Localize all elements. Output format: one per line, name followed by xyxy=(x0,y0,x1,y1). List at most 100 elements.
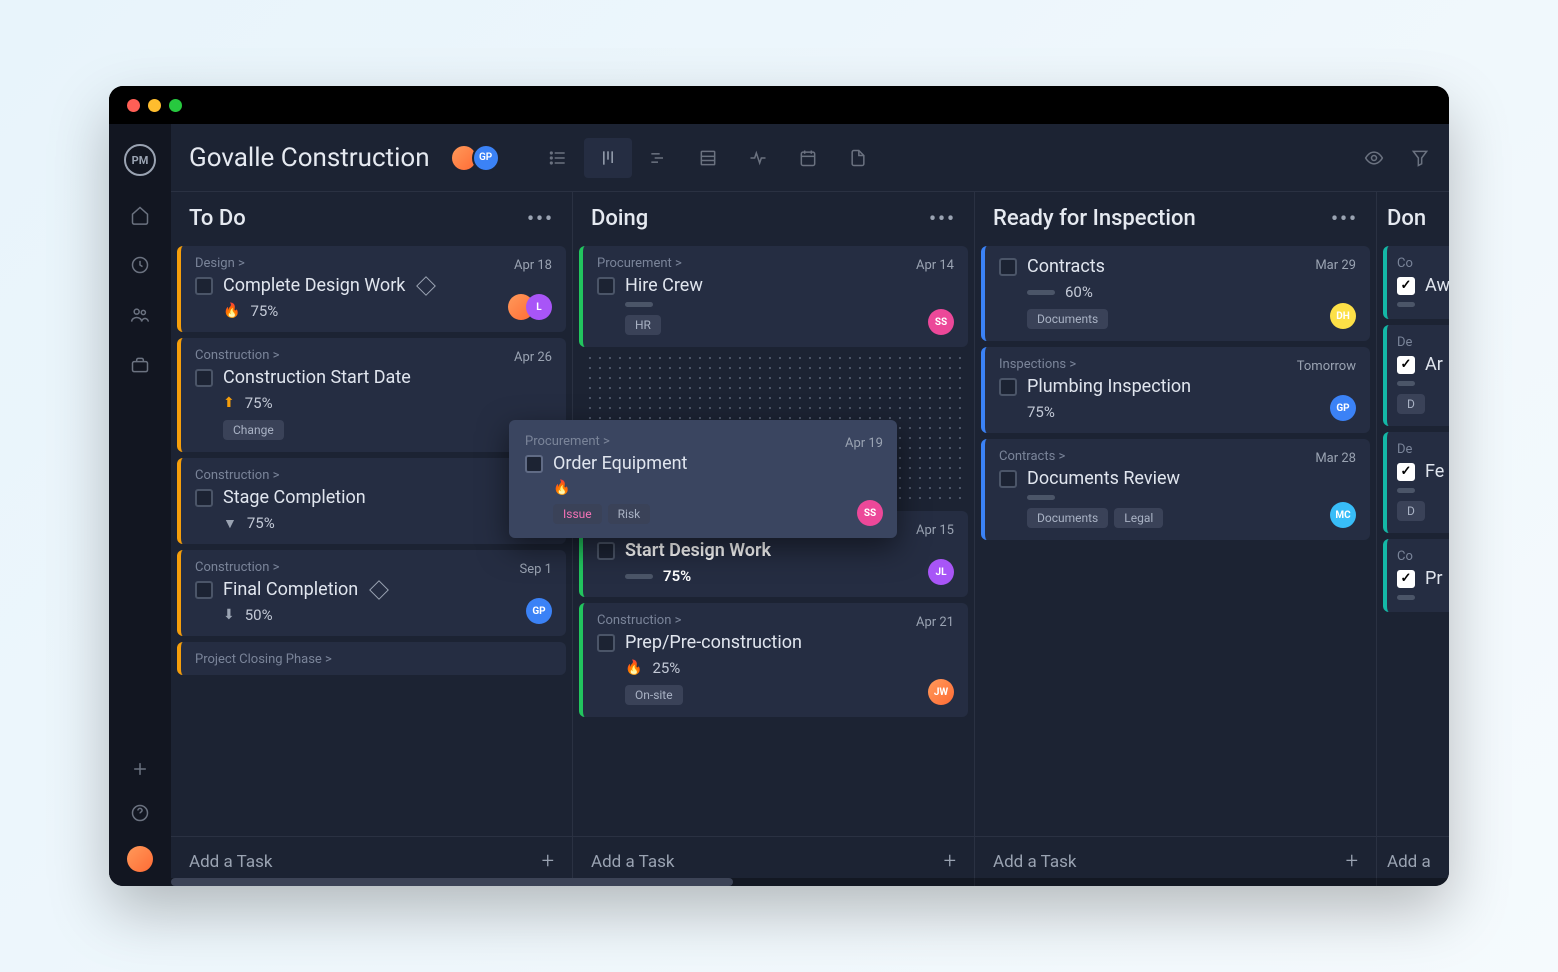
task-checkbox[interactable] xyxy=(1397,356,1415,374)
due-date: Apr 26 xyxy=(514,350,552,365)
task-checkbox[interactable] xyxy=(999,470,1017,488)
task-card[interactable]: Co Pr xyxy=(1383,539,1449,612)
card-title: Order Equipment xyxy=(553,453,687,474)
column-menu-button[interactable]: ••• xyxy=(1331,206,1358,230)
task-checkbox[interactable] xyxy=(597,542,615,560)
scrollbar-thumb[interactable] xyxy=(171,878,733,886)
task-checkbox[interactable] xyxy=(195,581,213,599)
card-breadcrumb: Construction > xyxy=(195,348,552,363)
task-checkbox[interactable] xyxy=(195,277,213,295)
task-checkbox[interactable] xyxy=(597,277,615,295)
project-members[interactable]: GP xyxy=(450,144,500,172)
maximize-window-button[interactable] xyxy=(169,99,182,112)
task-card[interactable]: Construction > Construction Start Date A… xyxy=(177,338,566,452)
file-view-button[interactable] xyxy=(834,138,882,178)
people-icon[interactable] xyxy=(129,304,151,326)
task-card[interactable]: Design > Complete Design Work Apr 18 🔥 7… xyxy=(177,246,566,332)
avatar[interactable]: SS xyxy=(928,309,954,335)
column-title: To Do xyxy=(189,206,246,231)
due-date: Apr 21 xyxy=(916,615,954,630)
avatar[interactable]: L xyxy=(526,294,552,320)
card-title: Complete Design Work xyxy=(223,275,405,296)
due-date: Apr 18 xyxy=(514,258,552,273)
plus-icon: + xyxy=(944,849,956,874)
briefcase-icon[interactable] xyxy=(129,354,151,376)
task-card[interactable]: Construction > Prep/Pre-construction Apr… xyxy=(579,603,968,717)
task-checkbox[interactable] xyxy=(1397,463,1415,481)
progress-text: 75% xyxy=(247,514,275,532)
add-icon[interactable] xyxy=(129,758,151,780)
avatar[interactable]: SS xyxy=(857,500,883,526)
minimize-window-button[interactable] xyxy=(148,99,161,112)
task-card[interactable]: Project Closing Phase > xyxy=(177,642,566,675)
tag[interactable]: D xyxy=(1397,394,1425,414)
task-checkbox[interactable] xyxy=(999,378,1017,396)
task-checkbox[interactable] xyxy=(597,634,615,652)
avatar[interactable]: JL xyxy=(928,559,954,585)
task-checkbox[interactable] xyxy=(999,258,1017,276)
tag[interactable]: Issue xyxy=(553,504,602,524)
task-card[interactable]: De Ar D xyxy=(1383,325,1449,426)
card-title: Plumbing Inspection xyxy=(1027,376,1191,397)
avatar[interactable]: DH xyxy=(1330,303,1356,329)
filter-icon[interactable] xyxy=(1409,147,1431,169)
visibility-icon[interactable] xyxy=(1363,147,1385,169)
progress-bar xyxy=(1027,290,1055,295)
card-title: Stage Completion xyxy=(223,487,366,508)
task-checkbox[interactable] xyxy=(195,369,213,387)
tag[interactable]: Legal xyxy=(1114,508,1163,528)
gantt-view-button[interactable] xyxy=(634,138,682,178)
tag[interactable]: D xyxy=(1397,501,1425,521)
help-icon[interactable] xyxy=(129,802,151,824)
task-card[interactable]: Co Aw xyxy=(1383,246,1449,319)
task-checkbox[interactable] xyxy=(1397,277,1415,295)
avatar[interactable]: MC xyxy=(1330,502,1356,528)
fire-icon: 🔥 xyxy=(553,480,570,496)
task-card[interactable]: Construction > Final Completion Sep 1 ⬇ … xyxy=(177,550,566,636)
tag[interactable]: On-site xyxy=(625,685,683,705)
task-checkbox[interactable] xyxy=(195,489,213,507)
tag[interactable]: Change xyxy=(223,420,284,440)
progress-text: 60% xyxy=(1065,283,1093,301)
main-content: Govalle Construction GP xyxy=(171,124,1449,886)
avatar[interactable]: GP xyxy=(1330,395,1356,421)
app-logo[interactable]: PM xyxy=(124,144,156,176)
caret-down-icon: ▼ xyxy=(223,515,237,532)
plus-icon: + xyxy=(542,849,554,874)
add-task-label: Add a Task xyxy=(993,852,1076,872)
tag[interactable]: HR xyxy=(625,315,661,335)
task-card[interactable]: Construction > Stage Completion ▼ 75% JW xyxy=(177,458,566,544)
avatar[interactable]: GP xyxy=(472,144,500,172)
card-breadcrumb: Construction > xyxy=(195,468,552,483)
activity-view-button[interactable] xyxy=(734,138,782,178)
task-checkbox[interactable] xyxy=(1397,570,1415,588)
calendar-view-button[interactable] xyxy=(784,138,832,178)
tag[interactable]: Documents xyxy=(1027,508,1108,528)
task-card[interactable]: Contracts > Documents Review Mar 28 Docu… xyxy=(981,439,1370,540)
horizontal-scrollbar[interactable] xyxy=(171,878,1449,886)
sheet-view-button[interactable] xyxy=(684,138,732,178)
board-view-button[interactable] xyxy=(584,138,632,178)
clock-icon[interactable] xyxy=(129,254,151,276)
due-date: Sep 1 xyxy=(520,562,552,577)
list-view-button[interactable] xyxy=(534,138,582,178)
close-window-button[interactable] xyxy=(127,99,140,112)
dragging-card[interactable]: Procurement > Order Equipment Apr 19 🔥 I… xyxy=(509,420,897,538)
avatar[interactable]: JW xyxy=(928,679,954,705)
avatar[interactable]: GP xyxy=(526,598,552,624)
tag[interactable]: Risk xyxy=(608,504,651,524)
column-menu-button[interactable]: ••• xyxy=(929,206,956,230)
progress-bar xyxy=(1027,495,1055,500)
task-card[interactable]: De Fe D xyxy=(1383,432,1449,533)
progress-bar xyxy=(1397,302,1415,307)
task-card[interactable]: Contracts Mar 29 60% Documents DH xyxy=(981,246,1370,341)
task-checkbox[interactable] xyxy=(525,455,543,473)
home-icon[interactable] xyxy=(129,204,151,226)
user-avatar[interactable] xyxy=(127,846,153,872)
task-card[interactable]: Procurement > Hire Crew Apr 14 HR SS xyxy=(579,246,968,347)
task-card[interactable]: Inspections > Plumbing Inspection Tomorr… xyxy=(981,347,1370,433)
card-breadcrumb: Co xyxy=(1397,549,1449,564)
tag[interactable]: Documents xyxy=(1027,309,1108,329)
milestone-icon xyxy=(369,580,389,600)
column-menu-button[interactable]: ••• xyxy=(527,206,554,230)
